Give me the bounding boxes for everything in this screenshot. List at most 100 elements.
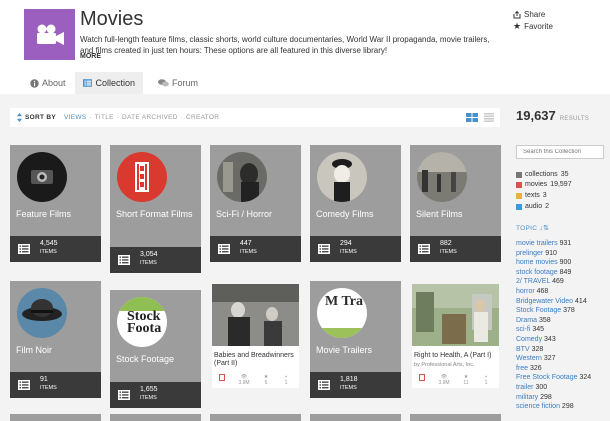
topic-item[interactable]: prelinger 910	[516, 249, 610, 259]
topic-name: Comedy	[516, 335, 543, 343]
grid-view-icon[interactable]	[466, 113, 478, 122]
collection-tile[interactable]: Feature Films 4,545 ITEMS	[10, 145, 101, 262]
topic-item[interactable]: BTV 328	[516, 345, 610, 355]
topic-item[interactable]: trailer 300	[516, 383, 610, 393]
topic-item[interactable]: 2/ TRAVEL 469	[516, 277, 610, 287]
collection-item-count: 882 ITEMS	[440, 240, 457, 255]
collection-tile[interactable]: Sci-Fi / Horror 447 ITEMS	[210, 145, 301, 262]
topic-item[interactable]: Stock Footage 378	[516, 306, 610, 316]
topic-count: 378	[563, 307, 575, 315]
topic-count: 298	[561, 403, 574, 411]
sort-bar: SORT BY VIEWS · TITLE · DATE ARCHIVED · …	[10, 108, 500, 127]
collection-tile[interactable]	[410, 414, 501, 421]
list-icon	[318, 244, 330, 254]
topic-item[interactable]: home movies 900	[516, 258, 610, 268]
topic-item[interactable]: Drama 358	[516, 316, 610, 326]
collection-thumbnail	[117, 152, 167, 202]
topic-item[interactable]: horror 468	[516, 287, 610, 297]
collection-count-band: 1,818 ITEMS	[310, 372, 401, 398]
collection-name: Silent Films	[416, 209, 463, 219]
topic-name: horror	[516, 287, 535, 295]
search-collection-input[interactable]	[516, 145, 604, 159]
topic-heading[interactable]: TOPIC ↓⇅	[516, 224, 549, 232]
item-card[interactable]: Babies and Breadwinners (Part II) 👁 3.9M ★ 6…	[212, 284, 299, 388]
topic-item[interactable]: movie trailers 931	[516, 239, 610, 249]
collection-thumbnail: Stock Foota	[117, 297, 167, 347]
sort-alpha-icon: ↓⇅	[539, 225, 550, 232]
collection-logo	[24, 9, 75, 60]
collection-thumbnail	[317, 152, 367, 202]
tab-forum[interactable]: Forum	[150, 72, 206, 94]
topic-item[interactable]: sci-fi 345	[516, 325, 610, 335]
more-link[interactable]: MORE	[80, 53, 101, 60]
topic-count: 300	[535, 383, 548, 391]
collection-tile[interactable]: Film Noir 91 ITEMS	[10, 281, 101, 398]
favorite-label: Favorite	[524, 22, 553, 31]
list-icon	[18, 380, 30, 390]
media-type-movies[interactable]: movies 19,597	[516, 181, 572, 188]
collection-tile[interactable]: Silent Films 882 ITEMS	[410, 145, 501, 262]
results-count: 19,637 RESULTS	[516, 108, 590, 123]
movies-icon	[219, 374, 225, 381]
collection-tile[interactable]	[310, 414, 401, 421]
share-label: Share	[524, 10, 546, 19]
topic-name: sci-fi	[516, 326, 531, 334]
topic-item[interactable]: Bridgewater Video 414	[516, 297, 610, 307]
topic-item[interactable]: military 298	[516, 393, 610, 403]
item-title: Right to Health, A (Part I)	[414, 352, 492, 359]
topic-item[interactable]: science fiction 298	[516, 402, 610, 412]
collection-item-count: 447 ITEMS	[240, 240, 257, 255]
favorite-button[interactable]: ★ Favorite	[513, 21, 553, 32]
collection-item-count: 4,545 ITEMS	[40, 240, 58, 255]
collection-name: Film Noir	[16, 345, 52, 355]
list-icon	[118, 390, 130, 400]
sort-option-creator[interactable]: CREATOR	[186, 114, 219, 121]
media-type-texts[interactable]: texts 3	[516, 192, 547, 199]
list-icon	[418, 244, 430, 254]
movies-icon	[419, 374, 425, 381]
topic-name: BTV	[516, 345, 530, 353]
topic-item[interactable]: free 326	[516, 364, 610, 374]
collection-tile[interactable]: Short Format Films 3,054 ITEMS	[110, 145, 201, 273]
topic-name: free	[516, 364, 529, 372]
topic-count: 931	[559, 240, 572, 247]
list-view-icon[interactable]	[484, 113, 494, 122]
collection-tile[interactable]	[10, 414, 101, 421]
collection-tile[interactable]: Stock Foota Stock Footage 1,655 ITEMS	[110, 290, 201, 408]
tab-about[interactable]: About	[22, 72, 74, 94]
topic-name: Western	[516, 355, 542, 363]
collection-item-count: 3,054 ITEMS	[140, 251, 158, 266]
collection-tile[interactable]	[110, 414, 201, 421]
sort-option-title[interactable]: TITLE	[95, 114, 114, 121]
item-title: Babies and Breadwinners (Part II)	[214, 352, 294, 367]
topic-item[interactable]: Western 327	[516, 354, 610, 364]
sort-option-views[interactable]: VIEWS	[64, 114, 86, 121]
sort-option-date-archived[interactable]: DATE ARCHIVED	[122, 114, 178, 121]
info-icon	[30, 78, 39, 88]
topic-name: science fiction	[516, 403, 560, 411]
topic-item[interactable]: Comedy 343	[516, 335, 610, 345]
tab-bar: About Collection Forum	[0, 72, 610, 94]
forum-icon	[158, 79, 169, 87]
media-type-audio[interactable]: audio 2	[516, 203, 549, 210]
item-card[interactable]: Right to Health, A (Part I) by Profession…	[412, 284, 499, 388]
collection-tile[interactable]: Comedy Films 294 ITEMS	[310, 145, 401, 262]
topic-item[interactable]: Free Stock Footage 324	[516, 373, 610, 383]
topic-item[interactable]: stock footage 849	[516, 268, 610, 278]
topic-count: 324	[579, 374, 592, 382]
collection-description: Watch full-length feature films, classic…	[80, 35, 490, 55]
topic-count: 326	[530, 364, 542, 372]
tab-collection[interactable]: Collection	[75, 72, 143, 94]
topic-count: 468	[536, 287, 549, 295]
tab-about-label: About	[42, 78, 66, 88]
share-button[interactable]: Share	[513, 10, 545, 19]
topic-count: 910	[545, 249, 557, 257]
collection-item-count: 294 ITEMS	[340, 240, 357, 255]
collection-tile[interactable]: M Tra Movie Trailers 1,818 ITEMS	[310, 281, 401, 398]
topic-count: 298	[540, 393, 552, 401]
media-type-collections[interactable]: collections 35	[516, 171, 568, 178]
list-icon	[318, 380, 330, 390]
item-thumbnail	[412, 284, 499, 346]
collection-count-band: 91 ITEMS	[10, 372, 101, 398]
collection-tile[interactable]	[210, 414, 301, 421]
